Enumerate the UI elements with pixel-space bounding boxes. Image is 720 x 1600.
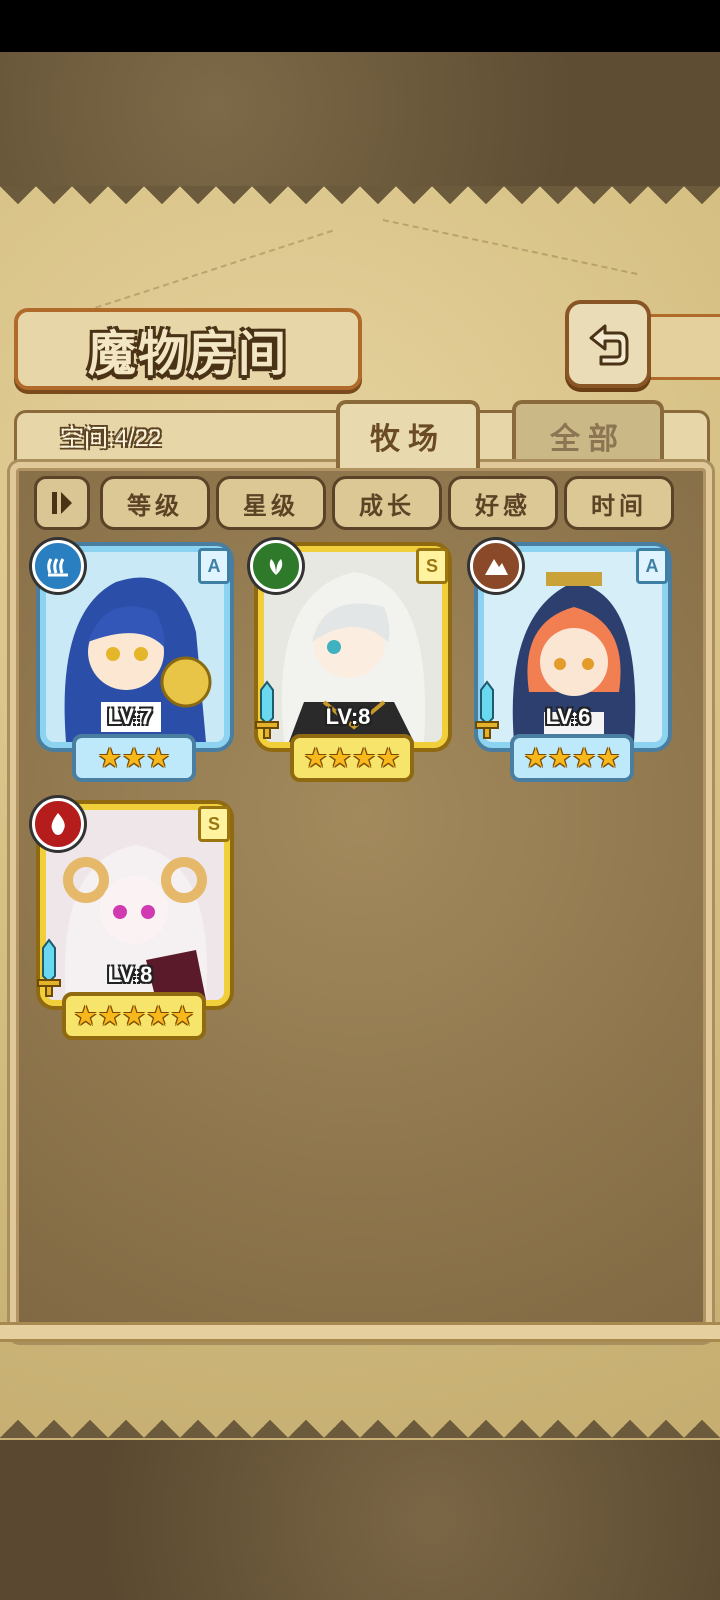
sort-label: 时间 [591, 491, 647, 520]
fire-element-icon [32, 798, 84, 850]
title-plaque: 魔物房间 [14, 308, 362, 390]
sort-label: 等级 [127, 491, 183, 520]
nature-element-icon [250, 540, 302, 592]
sort-by-growth-button[interactable]: 成长 [332, 476, 442, 530]
tab-label: 全部 [550, 422, 626, 457]
sort-label: 好感 [475, 491, 531, 520]
earth-element-icon [470, 540, 522, 592]
monster-card[interactable]: S LV:8 ★★★★★ [32, 798, 230, 1040]
torn-edge-bottom [0, 1402, 720, 1440]
sort-toggle-icon [52, 492, 72, 514]
tab-ranch[interactable]: 牧场 [336, 400, 480, 468]
tab-label: 牧场 [370, 422, 446, 457]
monster-level: LV:7 [107, 704, 153, 729]
sort-by-level-button[interactable]: 等级 [100, 476, 210, 530]
monster-card[interactable]: A LV:7 ★★★ [32, 540, 230, 782]
rarity-badge: S [416, 548, 448, 584]
monster-level: LV:8 [325, 704, 371, 729]
rarity-badge: A [636, 548, 668, 584]
water-element-icon [32, 540, 84, 592]
tab-all[interactable]: 全部 [512, 400, 664, 468]
monster-card[interactable]: A LV:6 ★★★★ [470, 540, 668, 782]
return-arrow-icon [589, 324, 629, 366]
map-background-bottom [0, 1440, 720, 1600]
sort-label: 星级 [243, 491, 299, 520]
status-bar [0, 0, 720, 52]
monster-level: LV:6 [545, 704, 591, 729]
map-background-top [0, 52, 720, 186]
monster-level: LV:8 [107, 962, 153, 987]
star-rating: ★★★★★ [62, 992, 206, 1040]
sort-label: 成长 [359, 491, 415, 520]
rarity-badge: S [198, 806, 230, 842]
star-rating: ★★★★ [290, 734, 414, 782]
sort-order-toggle[interactable] [34, 476, 90, 530]
sort-by-affection-button[interactable]: 好感 [448, 476, 558, 530]
page-title: 魔物房间 [87, 326, 288, 382]
rarity-badge: A [198, 548, 230, 584]
space-counter: 空间:4/22 [60, 425, 162, 452]
star-rating: ★★★★ [510, 734, 634, 782]
sort-by-star-button[interactable]: 星级 [216, 476, 326, 530]
panel-bottom-rail [0, 1322, 720, 1342]
monster-card[interactable]: S LV:8 ★★★★ [250, 540, 448, 782]
back-button[interactable] [565, 300, 651, 388]
torn-edge-top [0, 186, 720, 222]
star-rating: ★★★ [72, 734, 196, 782]
sort-by-time-button[interactable]: 时间 [564, 476, 674, 530]
